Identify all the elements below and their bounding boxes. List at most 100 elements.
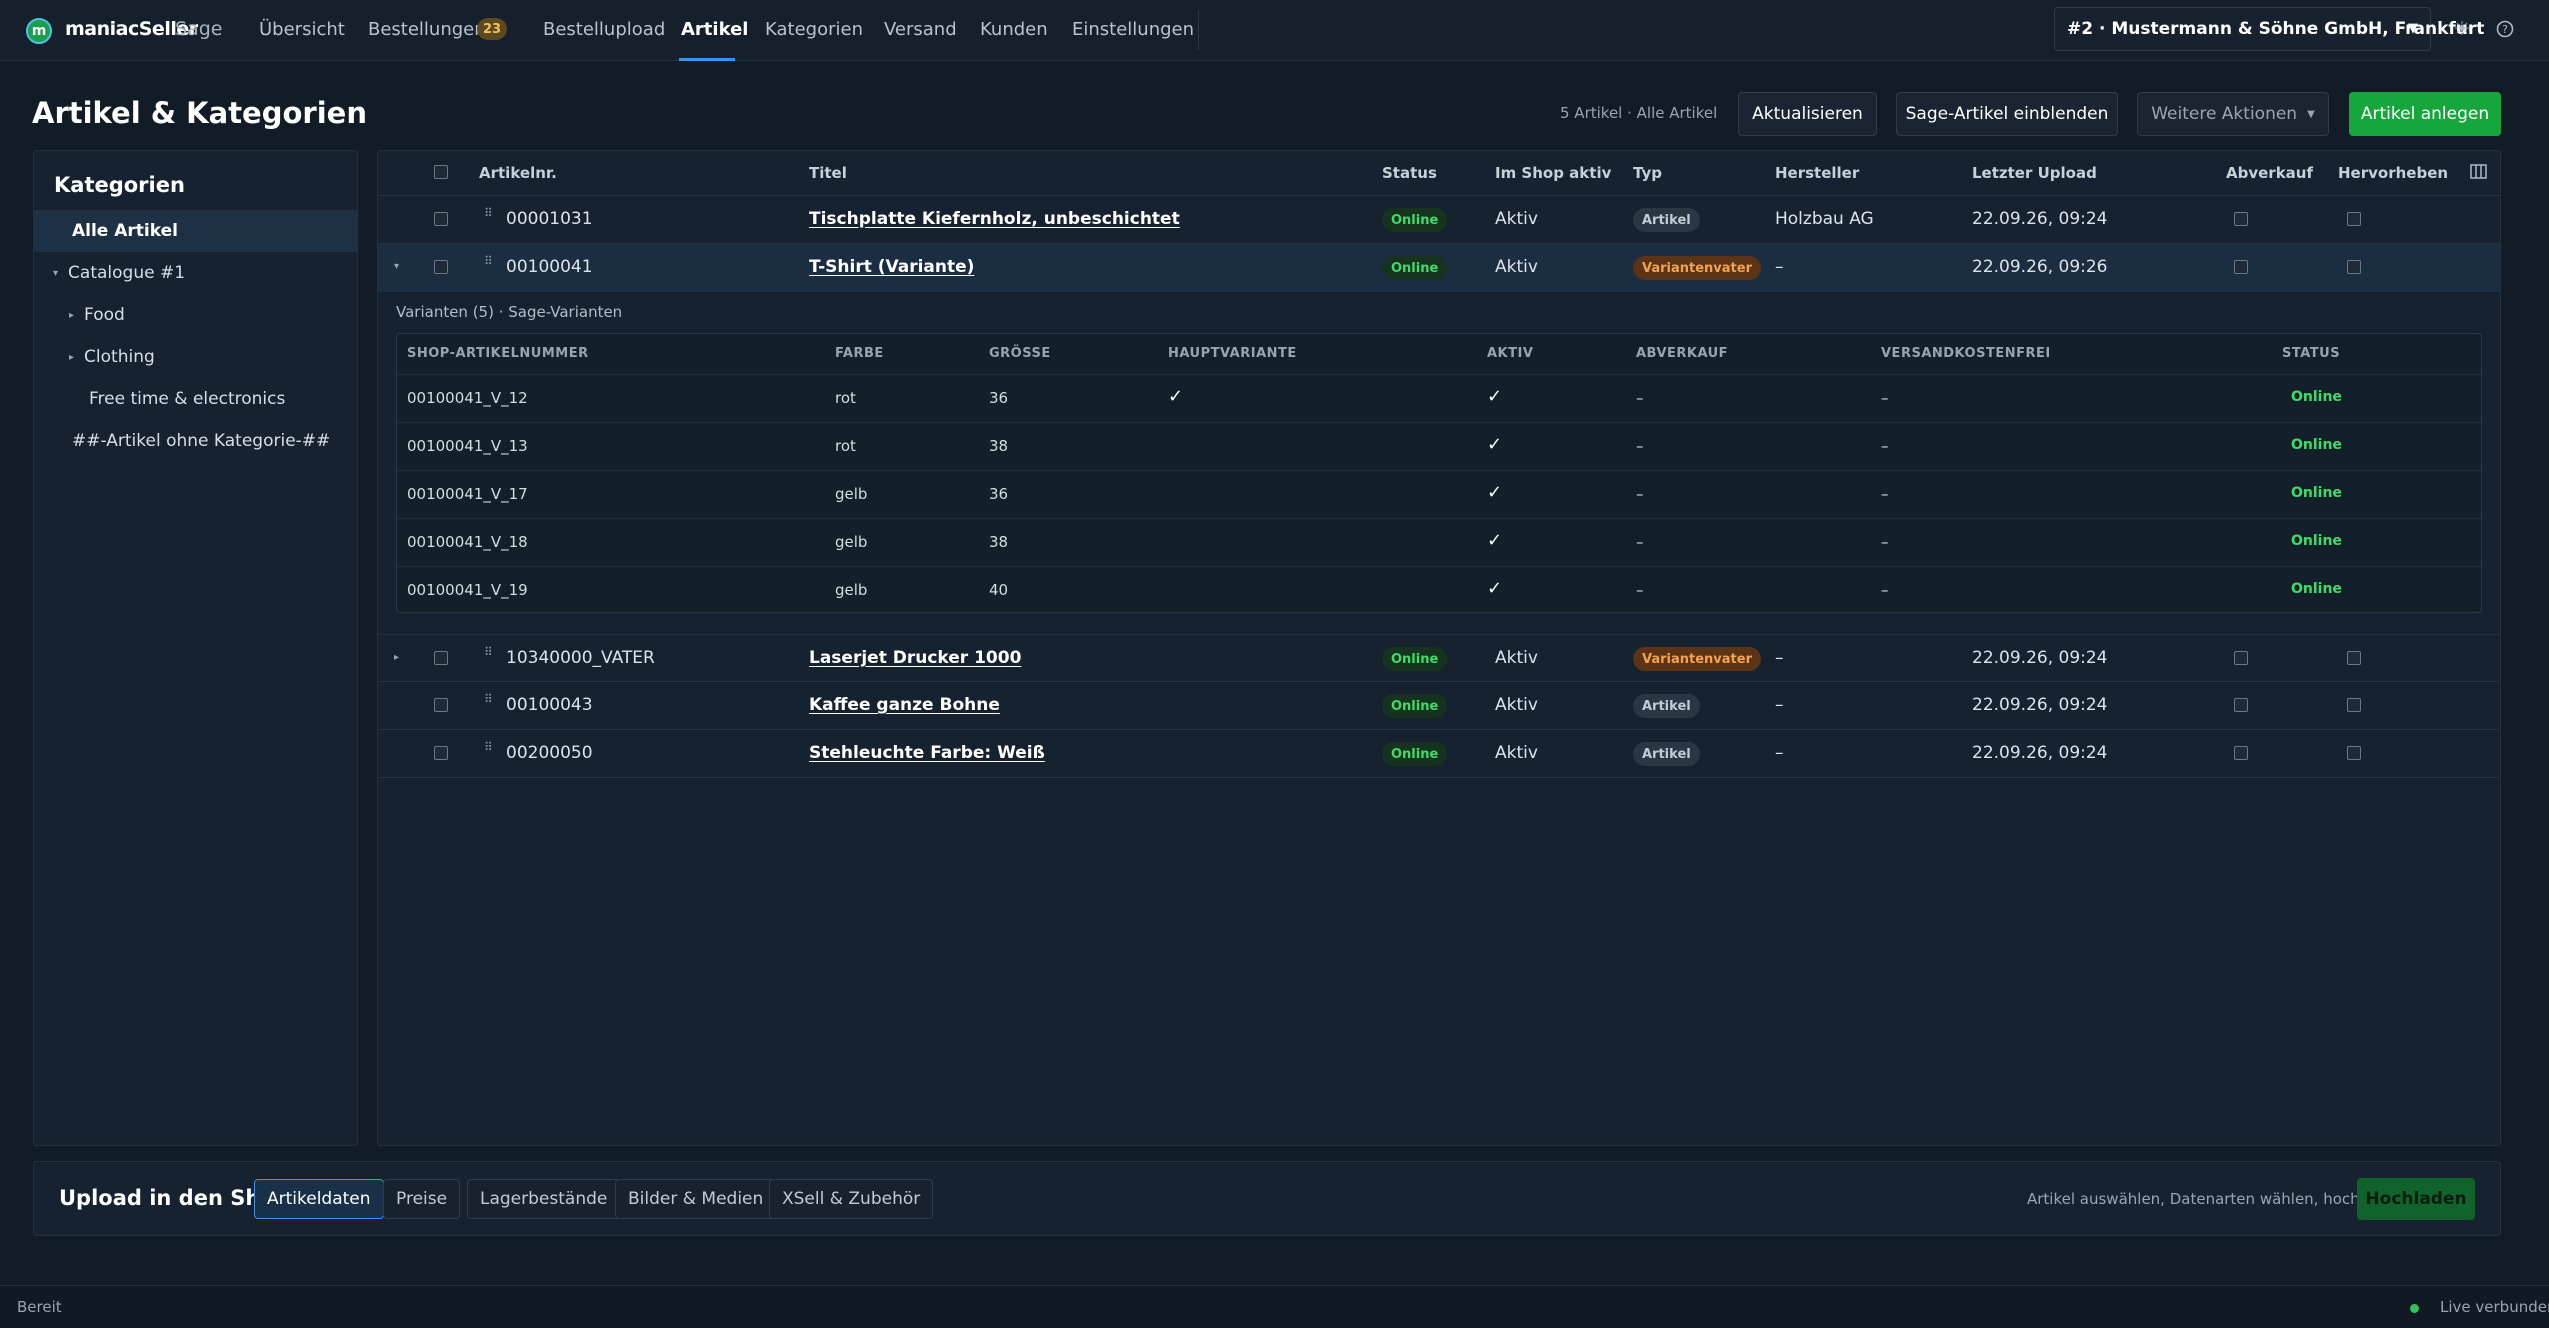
more-actions-dropdown[interactable]: Weitere Aktionen ▼ (2137, 92, 2329, 136)
type-badge: Artikel (1633, 742, 1700, 766)
column-header-im-shop-aktiv[interactable]: Im Shop aktiv (1495, 164, 1611, 182)
variant-versandkostenfrei: – (1881, 485, 1889, 503)
chevron-right-icon[interactable]: ▸ (69, 352, 74, 363)
chevron-down-icon[interactable]: ▾ (53, 268, 58, 279)
hervorheben-checkbox[interactable] (2347, 698, 2361, 712)
nav-item-bestellupload[interactable]: Bestellupload (543, 19, 665, 40)
shop-selector-value: #2 · Mustermann & Söhne GmbH, Frankfurt (2067, 19, 2485, 39)
row-checkbox[interactable] (434, 698, 448, 712)
hervorheben-checkbox[interactable] (2347, 651, 2361, 665)
drag-handle-icon[interactable]: ⠿ (484, 693, 494, 713)
variant-farbe: gelb (835, 533, 868, 551)
hervorheben-checkbox[interactable] (2347, 746, 2361, 760)
nav-item-bestellungen[interactable]: Bestellungen (368, 19, 486, 40)
abverkauf-checkbox[interactable] (2234, 746, 2248, 760)
nav-item-versand[interactable]: Versand (884, 19, 957, 40)
nav-item-einstellungen[interactable]: Einstellungen (1072, 19, 1194, 40)
upload-tag-lagerbestaende[interactable]: Lagerbestände (467, 1179, 621, 1219)
upload-tag-xsell-zubehoer[interactable]: XSell & Zubehör (769, 1179, 934, 1219)
table-row[interactable]: ⠿ 00001031 Tischplatte Kiefernholz, unbe… (378, 196, 2500, 244)
sidebar-item-free-time-electronics[interactable]: Free time & electronics (34, 378, 357, 420)
cell-title-link[interactable]: Tischplatte Kiefernholz, unbeschichtet (809, 209, 1180, 229)
table-row[interactable]: ▸ ⠿ 10340000_VATER Laserjet Drucker 1000… (378, 634, 2500, 682)
refresh-button[interactable]: Aktualisieren (1738, 92, 1877, 136)
variants-table: SHOP-ARTIKELNUMMER FARBE GRÖSSE HAUPTVAR… (396, 333, 2482, 613)
variant-farbe: gelb (835, 485, 868, 503)
column-header-abverkauf[interactable]: Abverkauf (2226, 164, 2313, 182)
abverkauf-checkbox[interactable] (2234, 651, 2248, 665)
row-checkbox[interactable] (434, 212, 448, 226)
sidebar-item-clothing[interactable]: ▸ Clothing (34, 336, 357, 378)
drag-handle-icon[interactable]: ⠿ (484, 741, 494, 761)
abverkauf-checkbox[interactable] (2234, 260, 2248, 274)
variant-row[interactable]: 00100041_V_19 gelb 40 ✓ – – Online (397, 566, 2481, 614)
upload-button[interactable]: Hochladen (2357, 1178, 2475, 1220)
variants-header-versandkostenfrei: VERSANDKOSTENFREI (1881, 346, 2051, 361)
variant-row[interactable]: 00100041_V_17 gelb 36 ✓ – – Online (397, 470, 2481, 518)
column-header-titel[interactable]: Titel (809, 164, 847, 182)
variant-row[interactable]: 00100041_V_12 rot 36 ✓ ✓ – – Online (397, 374, 2481, 422)
column-header-letzter-upload[interactable]: Letzter Upload (1972, 164, 2097, 182)
nav-item-uebersicht[interactable]: Übersicht (259, 19, 345, 40)
nav-item-kunden[interactable]: Kunden (980, 19, 1048, 40)
sidebar-item-label: Clothing (84, 347, 155, 367)
hervorheben-checkbox[interactable] (2347, 212, 2361, 226)
cell-title-link[interactable]: T-Shirt (Variante) (809, 257, 974, 277)
upload-bar: Upload in den Shop Artikeldaten Preise L… (33, 1161, 2501, 1236)
chevron-right-icon[interactable]: ▸ (69, 310, 74, 321)
cell-title-link[interactable]: Stehleuchte Farbe: Weiß (809, 743, 1045, 763)
variant-groesse: 38 (989, 533, 1009, 551)
cell-title-link[interactable]: Kaffee ganze Bohne (809, 695, 1000, 715)
upload-tag-artikeldaten[interactable]: Artikeldaten (254, 1179, 384, 1219)
column-header-hervorheben[interactable]: Hervorheben (2338, 164, 2448, 182)
collapse-row-icon[interactable]: ▾ (394, 261, 399, 272)
select-all-checkbox[interactable] (434, 165, 448, 179)
top-navigation: m maniacSeller Sage Übersicht Bestellung… (0, 0, 2549, 61)
row-checkbox[interactable] (434, 651, 448, 665)
show-sage-articles-button[interactable]: Sage-Artikel einblenden (1896, 92, 2118, 136)
column-header-hersteller[interactable]: Hersteller (1775, 164, 1859, 182)
sidebar-item-ohne-kategorie[interactable]: ##-Artikel ohne Kategorie-## (34, 420, 357, 462)
variant-versandkostenfrei: – (1881, 437, 1889, 455)
sidebar-item-alle-artikel[interactable]: Alle Artikel (34, 210, 357, 252)
abverkauf-checkbox[interactable] (2234, 698, 2248, 712)
sidebar-item-label: Food (84, 305, 125, 325)
variant-row[interactable]: 00100041_V_18 gelb 38 ✓ – – Online (397, 518, 2481, 566)
cell-title-link[interactable]: Laserjet Drucker 1000 (809, 648, 1021, 668)
table-row[interactable]: ▾ ⠿ 00100041 T-Shirt (Variante) Online A… (378, 244, 2500, 292)
table-row[interactable]: ⠿ 00100043 Kaffee ganze Bohne Online Akt… (378, 682, 2500, 730)
column-header-status[interactable]: Status (1382, 164, 1437, 182)
upload-tag-bilder-medien[interactable]: Bilder & Medien (615, 1179, 777, 1219)
app-logo-icon[interactable]: m (26, 18, 52, 44)
sun-icon[interactable]: ☀ (2451, 18, 2473, 40)
help-icon[interactable]: ? (2494, 18, 2516, 40)
columns-icon[interactable] (2470, 164, 2487, 184)
shop-selector[interactable]: #2 · Mustermann & Söhne GmbH, Frankfurt … (2054, 7, 2484, 51)
abverkauf-checkbox[interactable] (2234, 212, 2248, 226)
row-checkbox[interactable] (434, 746, 448, 760)
check-icon: ✓ (1487, 482, 1503, 503)
category-sidebar: Kategorien Alle Artikel ▾ Catalogue #1 ▸… (33, 150, 358, 1146)
drag-handle-icon[interactable]: ⠿ (484, 646, 494, 666)
cell-artikelnr: 00200050 (506, 743, 593, 763)
cell-artikelnr: 00100043 (506, 695, 593, 715)
nav-item-kategorien[interactable]: Kategorien (765, 19, 863, 40)
sidebar-item-catalogue-1[interactable]: ▾ Catalogue #1 (34, 252, 357, 294)
column-header-artikelnr[interactable]: Artikelnr. (479, 164, 557, 182)
row-checkbox[interactable] (434, 260, 448, 274)
expand-row-icon[interactable]: ▸ (394, 652, 399, 663)
cell-shop-active: Aktiv (1495, 257, 1538, 277)
create-article-button[interactable]: Artikel anlegen (2349, 92, 2501, 136)
drag-handle-icon[interactable]: ⠿ (484, 255, 494, 275)
column-header-typ[interactable]: Typ (1633, 164, 1662, 182)
nav-item-artikel[interactable]: Artikel (681, 19, 748, 40)
variant-row[interactable]: 00100041_V_13 rot 38 ✓ – – Online (397, 422, 2481, 470)
hervorheben-checkbox[interactable] (2347, 260, 2361, 274)
type-badge: Variantenvater (1633, 256, 1761, 280)
table-row[interactable]: ⠿ 00200050 Stehleuchte Farbe: Weiß Onlin… (378, 730, 2500, 778)
sidebar-item-food[interactable]: ▸ Food (34, 294, 357, 336)
drag-handle-icon[interactable]: ⠿ (484, 207, 494, 227)
variant-abverkauf: – (1636, 485, 1644, 503)
upload-tag-preise[interactable]: Preise (383, 1179, 461, 1219)
variant-farbe: rot (835, 389, 856, 407)
